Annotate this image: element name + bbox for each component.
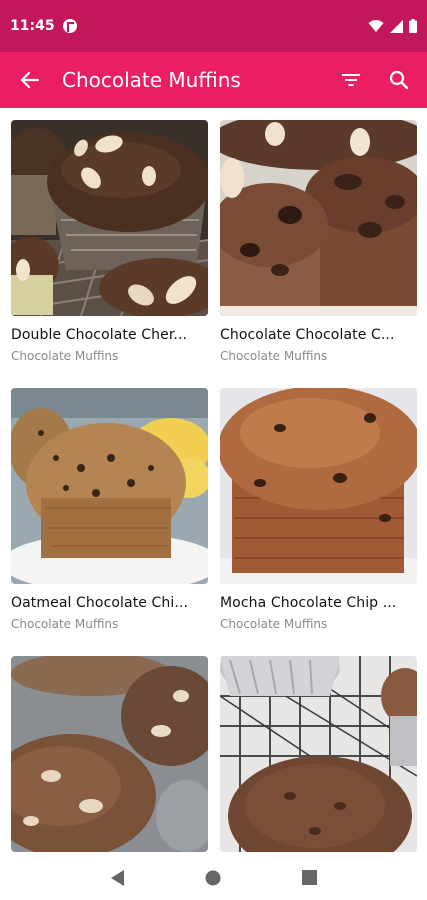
page-title: Chocolate Muffins bbox=[62, 68, 241, 92]
arrow-back-icon bbox=[20, 71, 40, 89]
recipe-card[interactable] bbox=[220, 656, 417, 855]
filter-button[interactable] bbox=[327, 52, 375, 108]
recipe-card[interactable]: Double Chocolate Cher... Chocolate Muffi… bbox=[11, 120, 208, 388]
wifi-icon bbox=[368, 20, 384, 32]
recipe-category: Chocolate Muffins bbox=[11, 617, 119, 631]
cell-signal-icon bbox=[390, 19, 403, 33]
muffin-photo bbox=[220, 388, 417, 584]
recipe-card[interactable] bbox=[11, 656, 208, 855]
muffin-photo bbox=[11, 388, 208, 584]
search-icon bbox=[389, 70, 409, 90]
recipe-image[interactable] bbox=[220, 388, 417, 584]
search-button[interactable] bbox=[375, 52, 423, 108]
status-time: 11:45 bbox=[10, 18, 55, 34]
filter-icon bbox=[342, 74, 360, 86]
recipe-image[interactable] bbox=[11, 656, 208, 852]
app-bar: Chocolate Muffins bbox=[0, 52, 427, 108]
recipe-category: Chocolate Muffins bbox=[220, 617, 328, 631]
nav-home-icon bbox=[205, 870, 221, 885]
status-bar: 11:45 bbox=[0, 0, 427, 52]
recipe-card[interactable]: Oatmeal Chocolate Chi... Chocolate Muffi… bbox=[11, 388, 208, 656]
nav-recents-icon bbox=[301, 870, 317, 885]
nav-home-button[interactable] bbox=[193, 858, 233, 898]
muffin-photo bbox=[11, 656, 208, 852]
recipe-image[interactable] bbox=[220, 656, 417, 852]
muffin-photo bbox=[11, 120, 208, 316]
muffin-photo bbox=[220, 120, 417, 316]
nav-back-button[interactable] bbox=[98, 858, 138, 898]
status-icons bbox=[368, 19, 417, 33]
notification-app-icon bbox=[62, 19, 77, 33]
recipe-title[interactable]: Double Chocolate Cher... bbox=[11, 327, 208, 343]
nav-recents-button[interactable] bbox=[289, 858, 329, 898]
recipe-grid[interactable]: Double Chocolate Cher... Chocolate Muffi… bbox=[0, 108, 427, 855]
recipe-title[interactable]: Chocolate Chocolate C... bbox=[220, 327, 417, 343]
recipe-image[interactable] bbox=[220, 120, 417, 316]
recipe-card[interactable]: Mocha Chocolate Chip ... Chocolate Muffi… bbox=[220, 388, 417, 656]
system-nav-bar bbox=[0, 855, 427, 900]
recipe-title[interactable]: Mocha Chocolate Chip ... bbox=[220, 595, 417, 611]
recipe-image[interactable] bbox=[11, 120, 208, 316]
nav-back-icon bbox=[110, 869, 124, 886]
battery-icon bbox=[409, 19, 417, 33]
muffin-photo bbox=[220, 656, 417, 852]
recipe-card[interactable]: Chocolate Chocolate C... Chocolate Muffi… bbox=[220, 120, 417, 388]
recipe-image[interactable] bbox=[11, 388, 208, 584]
recipe-category: Chocolate Muffins bbox=[220, 349, 328, 363]
recipe-category: Chocolate Muffins bbox=[11, 349, 119, 363]
back-button[interactable] bbox=[0, 52, 60, 108]
recipe-title[interactable]: Oatmeal Chocolate Chi... bbox=[11, 595, 208, 611]
